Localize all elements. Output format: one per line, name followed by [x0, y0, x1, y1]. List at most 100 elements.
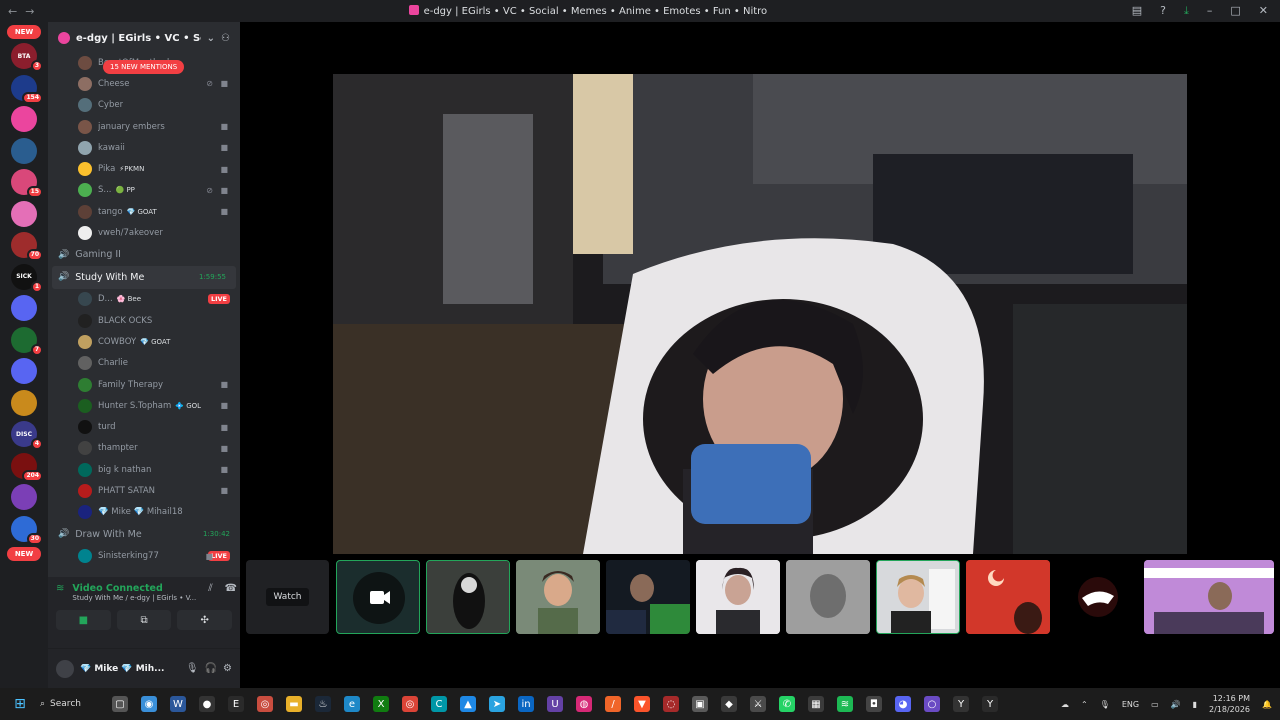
watch-stream-tile[interactable]: Watch — [246, 560, 329, 634]
back-arrow-icon[interactable]: ← — [8, 5, 17, 18]
avatar[interactable] — [56, 659, 74, 678]
voice-user[interactable]: Cyber — [48, 95, 240, 116]
voice-channel[interactable]: 🔊 Draw With Me 1:30:42 — [48, 523, 240, 546]
voice-user[interactable]: D... 🌸 Bee LIVE — [48, 289, 240, 310]
guild-icon[interactable]: 154 — [11, 74, 43, 104]
spotify-icon[interactable]: ≋ — [837, 696, 853, 712]
battery-icon[interactable]: ▮ — [1193, 700, 1197, 709]
stream-thumbnail-self[interactable] — [336, 560, 420, 634]
app13-icon[interactable]: Y — [982, 696, 998, 712]
weather-icon[interactable]: ☁ — [1061, 700, 1069, 709]
epic-icon[interactable]: E — [228, 696, 244, 712]
activities-button[interactable]: ✣ — [177, 610, 233, 630]
linkedin-icon[interactable]: in — [518, 696, 534, 712]
discord-icon[interactable]: ◕ — [895, 696, 911, 712]
guild-icon[interactable]: 15 — [11, 169, 43, 198]
windows-start-icon[interactable]: ⊞ — [0, 696, 40, 712]
brave-icon[interactable]: ▼ — [634, 696, 650, 712]
app2-icon[interactable]: ▲ — [460, 696, 476, 712]
clock[interactable]: 12:16 PM 2/18/2026 — [1209, 693, 1250, 715]
stream-thumbnail[interactable] — [1056, 560, 1140, 634]
voice-status[interactable]: Video Connected — [72, 583, 196, 594]
app3-icon[interactable]: U — [547, 696, 563, 712]
chrome2-icon[interactable]: ◎ — [402, 696, 418, 712]
folder-icon[interactable]: ▬ — [286, 696, 302, 712]
close-button[interactable]: ✕ — [1259, 4, 1268, 18]
help-icon[interactable]: ? — [1160, 4, 1166, 18]
taskbar-search[interactable]: ⌕ Search — [40, 699, 102, 709]
guild-icon[interactable] — [11, 106, 37, 132]
guild-icon[interactable]: 30 — [11, 515, 43, 545]
voice-user[interactable]: BLACK OCKS — [48, 310, 240, 331]
stream-thumbnail[interactable] — [1144, 560, 1274, 634]
voice-user[interactable]: january embers ■ — [48, 116, 240, 137]
guild-icon[interactable] — [11, 200, 37, 227]
guild-icon[interactable]: 204 — [11, 452, 43, 482]
voice-user[interactable]: PHATT SATAN ■ — [48, 480, 240, 501]
voice-user[interactable]: COWBOY 💎 GOAT — [48, 331, 240, 352]
voice-user[interactable]: vweh/7akeover — [48, 222, 240, 243]
steam-icon[interactable]: ♨ — [315, 696, 331, 712]
voice-channel-link[interactable]: Study With Me / e-dgy | EGirls • V... — [72, 594, 196, 602]
voice-user[interactable]: kawaii ■ — [48, 137, 240, 158]
whatsapp-icon[interactable]: ✆ — [779, 696, 795, 712]
app11-icon[interactable]: ○ — [924, 696, 940, 712]
voice-user[interactable]: thampter ■ — [48, 438, 240, 459]
signal-icon[interactable]: ≋ — [56, 583, 64, 594]
network-icon[interactable]: ▭ — [1151, 700, 1159, 709]
stream-thumbnail[interactable] — [696, 560, 780, 634]
noise-suppression-icon[interactable]: ⫽ — [208, 583, 212, 594]
voice-channel[interactable]: 🔊 Gaming II — [48, 244, 240, 267]
voice-user[interactable]: big k nathan ■ — [48, 459, 240, 480]
guild-icon[interactable] — [11, 389, 37, 416]
maximize-button[interactable]: □ — [1230, 4, 1240, 18]
telegram-icon[interactable]: ➤ — [489, 696, 505, 712]
app10-icon[interactable]: ◘ — [866, 696, 882, 712]
app4-icon[interactable]: / — [605, 696, 621, 712]
invite-people-icon[interactable]: ⚇ — [221, 33, 230, 44]
forward-arrow-icon[interactable]: → — [25, 5, 34, 18]
voice-channel[interactable]: 🔊 Study With Me 1:59:55 — [52, 266, 236, 289]
app8-icon[interactable]: ⚔ — [750, 696, 766, 712]
stream-thumbnail[interactable] — [786, 560, 870, 634]
file-icon[interactable]: ▢ — [112, 696, 128, 712]
voice-user[interactable]: Sinisterking77 LIVE ■ — [48, 545, 240, 566]
github-icon[interactable]: ● — [199, 696, 215, 712]
chevron-down-icon[interactable]: ⌄ — [207, 33, 215, 44]
voice-user[interactable]: 💎 Mike 💎 Mihail18 — [48, 502, 240, 523]
tray-mic-icon[interactable]: 🎙 — [1100, 700, 1110, 709]
word-icon[interactable]: W — [170, 696, 186, 712]
stream-thumbnail[interactable] — [426, 560, 510, 634]
language-indicator[interactable]: ENG — [1122, 700, 1139, 709]
app-icon[interactable]: C — [431, 696, 447, 712]
instagram-icon[interactable]: ◍ — [576, 696, 592, 712]
microphone-icon[interactable]: 🎙 — [186, 663, 199, 674]
edge-icon[interactable]: e — [344, 696, 360, 712]
voice-user[interactable]: Cheese ⊘ ■ — [48, 73, 240, 94]
voice-user[interactable]: Family Therapy ■ — [48, 374, 240, 395]
voice-user[interactable]: Hunter S.Topham 💠 GOL ■ — [48, 395, 240, 416]
guild-icon[interactable] — [11, 137, 37, 164]
guild-icon[interactable] — [11, 484, 37, 510]
browser-icon[interactable]: ◉ — [141, 696, 157, 712]
stream-thumbnail[interactable] — [876, 560, 960, 634]
focused-video-stream[interactable] — [333, 74, 1187, 554]
notification-bell-icon[interactable]: 🔔 — [1262, 700, 1272, 709]
tray-overflow-chevron-icon[interactable]: ⌃ — [1081, 700, 1088, 709]
app6-icon[interactable]: ▣ — [692, 696, 708, 712]
disconnect-icon[interactable]: ☎ — [225, 583, 237, 594]
xbox-icon[interactable]: X — [373, 696, 389, 712]
guild-icon[interactable] — [11, 295, 37, 321]
inbox-icon[interactable]: ▤ — [1132, 4, 1142, 18]
guild-icon[interactable]: DISC 4 — [11, 421, 43, 450]
new-unread-pill-bottom[interactable]: NEW — [7, 547, 41, 561]
settings-gear-icon[interactable]: ⚙ — [223, 663, 232, 674]
volume-icon[interactable]: 🔊 — [1171, 700, 1181, 709]
stream-thumbnail[interactable] — [606, 560, 690, 634]
headphones-icon[interactable]: 🎧 — [205, 663, 217, 674]
camera-button[interactable]: ■ — [56, 610, 111, 630]
username[interactable]: 💎 Mike 💎 Mih... — [80, 664, 180, 674]
screen-share-button[interactable]: ⧉ — [116, 610, 172, 630]
guild-icon[interactable]: SICK 1 — [11, 263, 43, 293]
new-unread-pill[interactable]: NEW — [7, 25, 41, 39]
